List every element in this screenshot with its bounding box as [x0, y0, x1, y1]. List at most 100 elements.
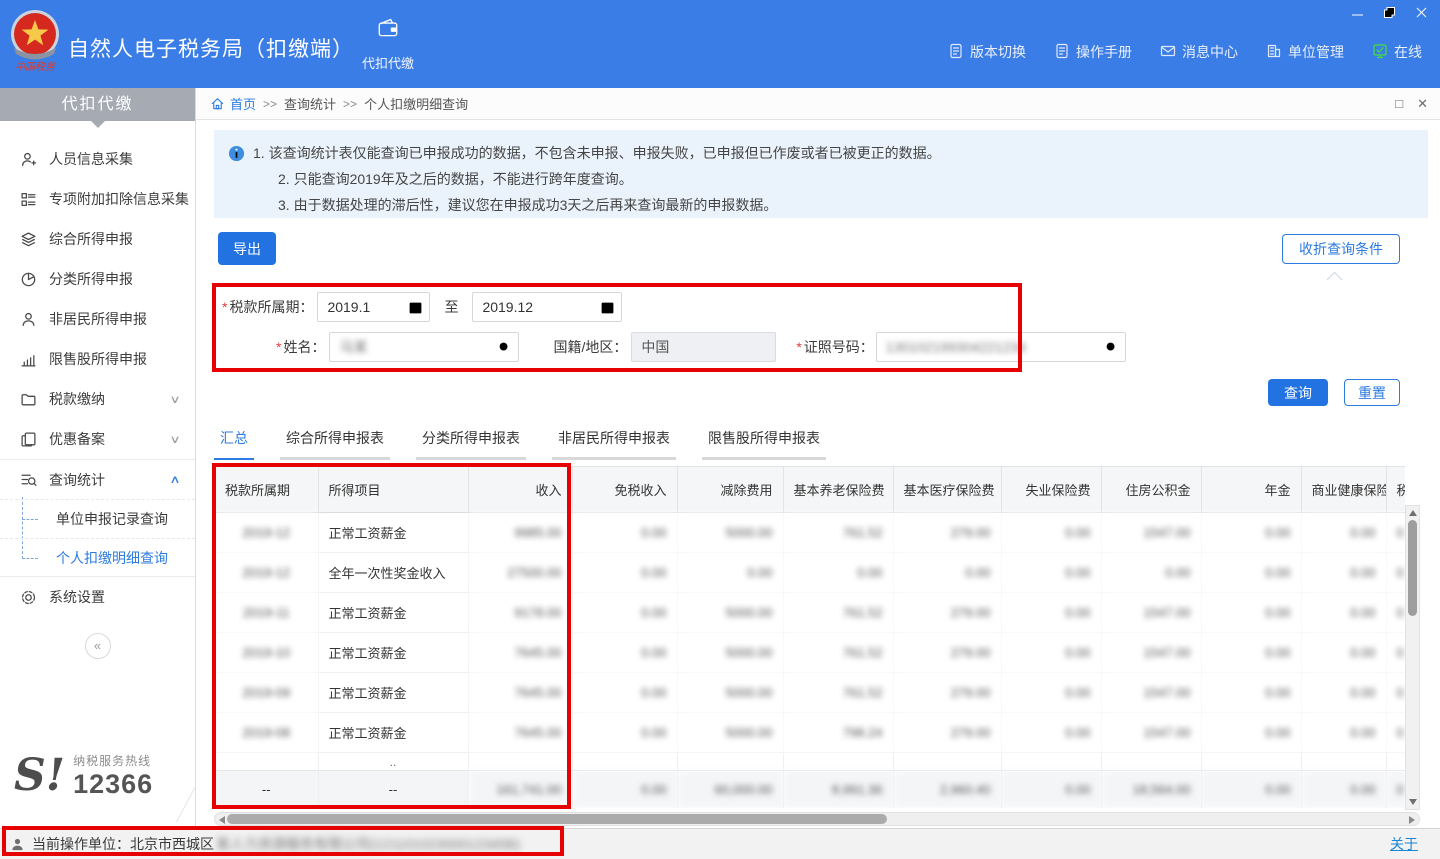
- column-header-免税收入: 免税收入: [572, 467, 677, 513]
- cell-item: 正常工资薪金: [318, 513, 468, 553]
- reset-button[interactable]: 重置: [1344, 379, 1400, 406]
- table-row-partial[interactable]: ..: [215, 753, 1405, 771]
- cell-value: 0.00: [783, 553, 893, 593]
- collapse-query-button[interactable]: 收折查询条件: [1282, 234, 1400, 264]
- doc-icon: [1054, 43, 1070, 62]
- sidebar-item-优惠备案[interactable]: 优惠备案∨: [0, 419, 195, 459]
- sidebar-item-税款缴纳[interactable]: 税款缴纳∨: [0, 379, 195, 419]
- vertical-scroll-thumb[interactable]: [1408, 520, 1417, 616]
- cell-value: 0.00: [1201, 673, 1301, 713]
- window-controls: [1348, 4, 1430, 20]
- close-button[interactable]: [1412, 4, 1430, 20]
- scroll-up-icon[interactable]: [1409, 510, 1417, 516]
- scroll-down-icon[interactable]: [1409, 799, 1417, 805]
- cell-value: 5000.00: [677, 593, 783, 633]
- table-row[interactable]: 2019-12正常工资薪金9985.000.005000.00761.52279…: [215, 513, 1405, 553]
- vertical-scrollbar[interactable]: [1405, 505, 1420, 810]
- sidebar-item-查询统计[interactable]: 查询统计∧: [0, 459, 195, 499]
- breadcrumb-separator: >>: [343, 97, 357, 111]
- scroll-right-icon[interactable]: [1409, 816, 1415, 824]
- sidebar-item-分类所得申报[interactable]: 分类所得申报: [0, 259, 195, 299]
- sidebar-item-系统设置[interactable]: 系统设置: [0, 577, 195, 617]
- header-menu-item-在线[interactable]: 在线: [1372, 42, 1422, 62]
- cell-value: 279.00: [893, 633, 1001, 673]
- header-menu-item-单位管理[interactable]: 单位管理: [1266, 42, 1344, 62]
- table-summary-row[interactable]: ----161,741.000.0060,000.008,991.362,960…: [215, 771, 1405, 809]
- search-icon[interactable]: [1104, 340, 1119, 355]
- cell-item: --: [318, 771, 468, 809]
- period-to-input[interactable]: [473, 293, 621, 321]
- sidebar-subitem-个人扣缴明细查询[interactable]: 个人扣缴明细查询: [0, 538, 195, 577]
- header-tab-daikou[interactable]: 代扣代缴: [350, 16, 426, 72]
- table-row[interactable]: 2019-11正常工资薪金9178.000.005000.00761.52279…: [215, 593, 1405, 633]
- tab-汇总[interactable]: 汇总: [214, 428, 254, 460]
- search-icon[interactable]: [497, 340, 512, 355]
- export-button[interactable]: 导出: [218, 232, 276, 265]
- sidebar-item-人员信息采集[interactable]: 人员信息采集: [0, 139, 195, 179]
- status-bar: 当前操作单位：北京市西城区 某人力资源服务有限公司(12110102300012…: [0, 828, 1440, 859]
- query-button[interactable]: 查询: [1268, 379, 1328, 406]
- cell-value: 0.00: [572, 553, 677, 593]
- table-row[interactable]: 2019-12全年一次性奖金收入27500.000.000.000.000.00…: [215, 553, 1405, 593]
- horizontal-scrollbar[interactable]: [214, 812, 1420, 826]
- sidebar-item-非居民所得申报[interactable]: 非居民所得申报: [0, 299, 195, 339]
- restore-button[interactable]: [1380, 4, 1398, 20]
- cell-value: 1547.00: [1101, 713, 1201, 753]
- building-icon: [1266, 43, 1282, 62]
- nationality-label: 国籍/地区：: [553, 337, 627, 357]
- hotline-number: 12366: [73, 769, 153, 800]
- header-menu-item-操作手册[interactable]: 操作手册: [1054, 42, 1132, 62]
- cell-value: 279.00: [893, 513, 1001, 553]
- sidebar-item-label: 税款缴纳: [49, 389, 105, 409]
- panel-close-button[interactable]: ✕: [1417, 96, 1428, 112]
- cell-item: 全年一次性奖金收入: [318, 553, 468, 593]
- table-row[interactable]: 2019-08正常工资薪金7645.000.005000.00798.24279…: [215, 713, 1405, 753]
- scroll-left-icon[interactable]: [219, 816, 225, 824]
- cell-value: 0.00: [1301, 713, 1386, 753]
- cell-value: [468, 753, 572, 771]
- current-unit-detail-blurred: 某人力资源服务有限公司(12110102300012345B): [216, 834, 520, 854]
- app-title: 自然人电子税务局（扣缴端）: [68, 33, 354, 63]
- sidebar-item-综合所得申报[interactable]: 综合所得申报: [0, 219, 195, 259]
- period-from-field: [317, 292, 430, 322]
- folder-icon: [20, 391, 37, 408]
- sidebar-item-label: 系统设置: [49, 587, 105, 607]
- tab-非居民所得申报表[interactable]: 非居民所得申报表: [552, 428, 676, 460]
- calendar-icon[interactable]: [600, 300, 615, 315]
- nationality-input: [632, 333, 775, 361]
- sidebar-item-label: 查询统计: [49, 470, 105, 490]
- sidebar-collapse-button[interactable]: «: [85, 633, 111, 659]
- cell-value: 0.00: [1101, 553, 1201, 593]
- minimize-button[interactable]: [1348, 4, 1366, 20]
- tab-综合所得申报表[interactable]: 综合所得申报表: [280, 428, 390, 460]
- cell-value: 0.00: [893, 553, 1001, 593]
- tab-限售股所得申报表[interactable]: 限售股所得申报表: [702, 428, 826, 460]
- copy-icon: [20, 431, 37, 448]
- sidebar-item-专项附加扣除信息采集[interactable]: 专项附加扣除信息采集: [0, 179, 195, 219]
- calendar-icon[interactable]: [408, 300, 423, 315]
- header-menu-item-消息中心[interactable]: 消息中心: [1160, 42, 1238, 62]
- cell-value: 9985.00: [468, 513, 572, 553]
- sidebar-item-限售股所得申报[interactable]: 限售股所得申报: [0, 339, 195, 379]
- panel-maximize-button[interactable]: □: [1395, 96, 1403, 112]
- name-input[interactable]: [330, 333, 518, 361]
- table-row[interactable]: 2019-10正常工资薪金7645.000.005000.00761.52279…: [215, 633, 1405, 673]
- column-header-税: 税: [1386, 467, 1405, 513]
- horizontal-scroll-thumb[interactable]: [227, 814, 887, 824]
- header-menu-item-版本切换[interactable]: 版本切换: [948, 42, 1026, 62]
- id-number-input[interactable]: [877, 333, 1125, 361]
- column-header-失业保险费: 失业保险费: [1001, 467, 1101, 513]
- breadcrumb-separator: >>: [263, 97, 277, 111]
- required-asterisk: *: [276, 339, 281, 355]
- tab-分类所得申报表[interactable]: 分类所得申报表: [416, 428, 526, 460]
- cell-value: 761.52: [783, 593, 893, 633]
- cell-value: 0.00: [572, 771, 677, 809]
- table-row[interactable]: 2019-09正常工资薪金7645.000.005000.00761.52279…: [215, 673, 1405, 713]
- gear-icon: [20, 589, 37, 606]
- sidebar-subitem-单位申报记录查询[interactable]: 单位申报记录查询: [0, 499, 195, 538]
- column-header-年金: 年金: [1201, 467, 1301, 513]
- breadcrumb-home[interactable]: 首页: [230, 94, 256, 113]
- about-link[interactable]: 关于: [1390, 834, 1418, 854]
- table-header-row: 税款所属期所得项目收入免税收入减除费用基本养老保险费基本医疗保险费失业保险费住房…: [215, 467, 1405, 513]
- pie-icon: [20, 271, 37, 288]
